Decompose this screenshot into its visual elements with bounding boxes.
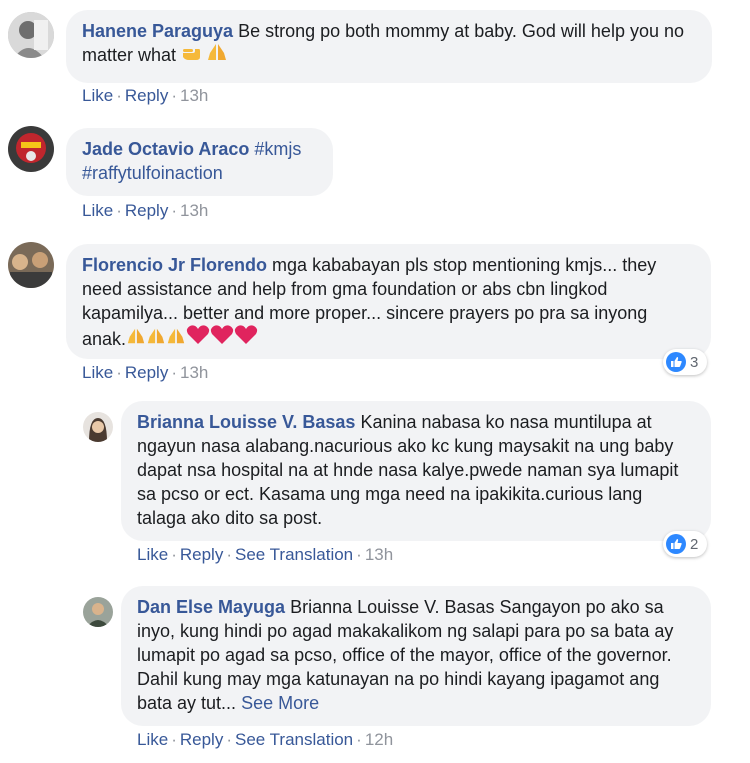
thumbs-up-icon (666, 534, 686, 554)
commenter-name[interactable]: Florencio Jr Florendo (82, 255, 267, 275)
timestamp[interactable]: 13h (180, 201, 208, 220)
avatar[interactable] (8, 126, 54, 172)
reply-actions: Like · Reply · See Translation · 13h (137, 545, 394, 564)
commenter-name[interactable]: Brianna Louisse V. Basas (137, 412, 355, 432)
profile-photo-icon (83, 597, 113, 627)
reaction-count-badge[interactable]: 3 (663, 349, 707, 375)
timestamp[interactable]: 13h (365, 545, 393, 564)
profile-photo-icon (8, 126, 54, 172)
praying-hands-icon (166, 327, 186, 351)
see-more-link[interactable]: See More (241, 693, 319, 713)
avatar[interactable] (8, 12, 54, 58)
praying-hands-icon (206, 43, 228, 67)
reply-link[interactable]: Reply (125, 201, 168, 220)
like-link[interactable]: Like (82, 363, 113, 382)
like-link[interactable]: Like (82, 201, 113, 220)
heart-icon (234, 325, 258, 351)
commenter-name[interactable]: Jade Octavio Araco (82, 139, 249, 159)
comment-actions: Like · Reply · 13h (82, 201, 209, 220)
profile-photo-icon (8, 12, 54, 58)
praying-hands-icon (126, 327, 146, 351)
comment-actions: Like · Reply · 13h (82, 363, 209, 382)
praying-hands-icon (146, 327, 166, 351)
comment-bubble: Jade Octavio Araco #kmjs #raffytulfoinac… (66, 128, 333, 196)
reply-link[interactable]: Reply (180, 730, 223, 749)
see-translation-link[interactable]: See Translation (235, 730, 353, 749)
avatar[interactable] (83, 597, 113, 627)
like-link[interactable]: Like (82, 86, 113, 105)
like-link[interactable]: Like (137, 730, 168, 749)
heart-icon (186, 325, 210, 351)
pointing-hand-icon (181, 43, 201, 67)
reply-link[interactable]: Reply (125, 86, 168, 105)
profile-photo-icon (83, 412, 113, 442)
profile-photo-icon (8, 242, 54, 288)
reaction-count: 2 (690, 535, 699, 553)
timestamp[interactable]: 13h (180, 86, 208, 105)
reply-bubble: Dan Else Mayuga Brianna Louisse V. Basas… (121, 586, 711, 726)
commenter-name[interactable]: Hanene Paraguya (82, 21, 233, 41)
hashtag-link[interactable]: #raffytulfoinaction (82, 163, 223, 183)
like-link[interactable]: Like (137, 545, 168, 564)
comment-actions: Like · Reply · 13h (82, 86, 209, 105)
reply-bubble: Brianna Louisse V. Basas Kanina nabasa k… (121, 401, 711, 541)
reply-link[interactable]: Reply (180, 545, 223, 564)
reply-actions: Like · Reply · See Translation · 12h (137, 730, 394, 749)
see-translation-link[interactable]: See Translation (235, 545, 353, 564)
hashtag-link[interactable]: #kmjs (254, 139, 301, 159)
avatar[interactable] (8, 242, 54, 288)
avatar[interactable] (83, 412, 113, 442)
timestamp[interactable]: 13h (180, 363, 208, 382)
heart-icon (210, 325, 234, 351)
reaction-count: 3 (690, 353, 699, 371)
thumbs-up-icon (666, 352, 686, 372)
reply-link[interactable]: Reply (125, 363, 168, 382)
comment-bubble: Hanene Paraguya Be strong po both mommy … (66, 10, 712, 83)
comment-bubble: Florencio Jr Florendo mga kababayan pls … (66, 244, 711, 359)
reaction-count-badge[interactable]: 2 (663, 531, 707, 557)
timestamp[interactable]: 12h (365, 730, 393, 749)
commenter-name[interactable]: Dan Else Mayuga (137, 597, 285, 617)
